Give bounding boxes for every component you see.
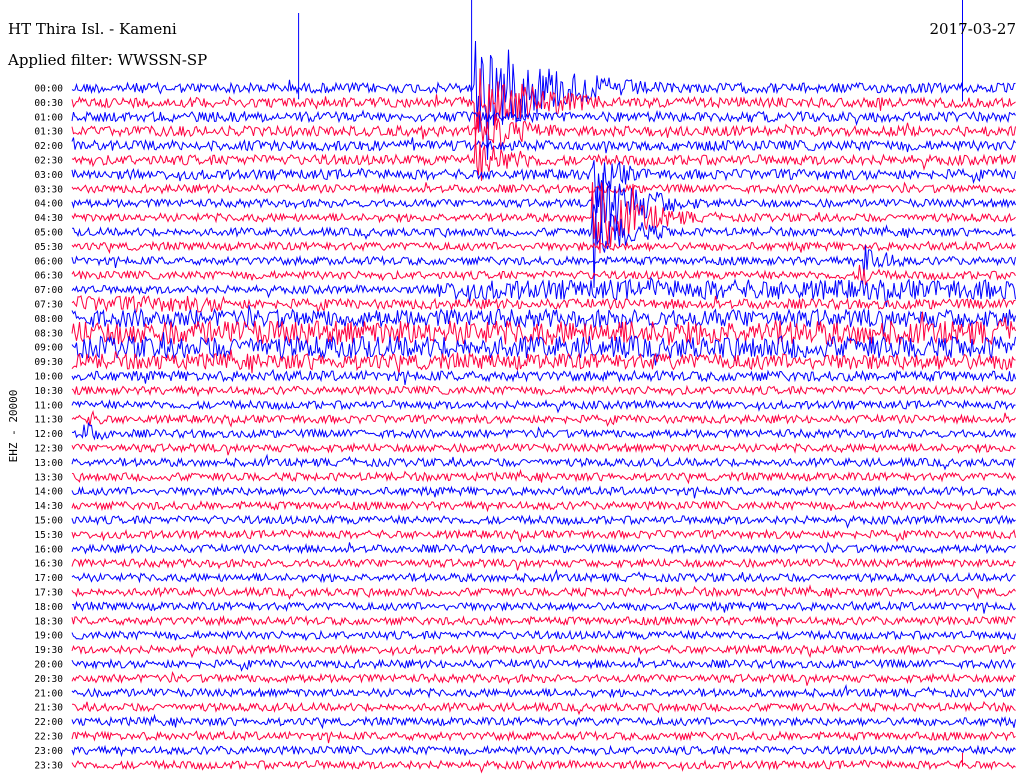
row-time-label: 06:30 <box>34 271 63 282</box>
row-time-label: 22:00 <box>34 717 63 728</box>
trace-group <box>71 0 1016 774</box>
filter-subtitle: Applied filter: WWSSN-SP <box>8 51 208 69</box>
seismic-trace-line <box>71 245 1016 276</box>
row-time-label: 13:00 <box>34 458 63 469</box>
seismic-trace-line <box>71 759 1016 774</box>
row-time-label: 14:30 <box>34 501 63 512</box>
seismic-trace-line <box>71 557 1016 571</box>
row-time-label: 12:30 <box>34 444 63 455</box>
row-time-label: 19:00 <box>34 631 63 642</box>
row-time-label: 08:30 <box>34 328 63 339</box>
seismic-trace-line <box>71 684 1016 699</box>
row-time-label: 11:30 <box>34 415 63 426</box>
seismic-trace-line <box>71 541 1016 555</box>
seismic-trace-line <box>71 399 1016 414</box>
row-time-label: 04:30 <box>34 213 63 224</box>
row-time-label: 00:00 <box>34 84 63 95</box>
row-time-label: 14:00 <box>34 487 63 498</box>
seismic-trace-line <box>71 614 1016 628</box>
seismic-trace-line <box>71 730 1016 744</box>
row-time-label: 03:30 <box>34 184 63 195</box>
row-time-label: 06:00 <box>34 256 63 267</box>
row-time-label: 05:00 <box>34 228 63 239</box>
station-title: HT Thira Isl. - Kameni <box>8 20 177 38</box>
seismic-trace-line <box>71 181 1016 195</box>
row-time-label: 23:30 <box>34 760 63 771</box>
seismic-trace-line <box>71 384 1016 398</box>
row-time-label: 15:00 <box>34 516 63 527</box>
row-time-label: 00:30 <box>34 98 63 109</box>
seismic-trace-line <box>71 109 1016 126</box>
seismic-trace-line <box>71 240 1016 255</box>
row-time-label: 09:00 <box>34 343 63 354</box>
row-time-label: 21:30 <box>34 703 63 714</box>
row-time-label: 21:00 <box>34 688 63 699</box>
seismic-trace-line <box>71 442 1016 456</box>
row-time-label: 08:00 <box>34 314 63 325</box>
seismic-trace-line <box>71 568 1016 584</box>
row-time-label: 11:00 <box>34 400 63 411</box>
seismic-trace-line <box>71 137 1016 154</box>
seismic-trace-line <box>71 264 1016 286</box>
date-label: 2017-03-27 <box>929 20 1016 38</box>
row-time-label: 20:30 <box>34 674 63 685</box>
seismic-trace-line <box>71 499 1016 513</box>
seismic-trace-line <box>71 657 1016 672</box>
row-time-label: 22:30 <box>34 732 63 743</box>
row-time-label: 10:00 <box>34 372 63 383</box>
seismic-trace-line <box>71 584 1016 601</box>
seismic-trace-line <box>71 671 1016 686</box>
seismic-trace-line <box>71 713 1016 730</box>
row-time-label: 02:00 <box>34 141 63 152</box>
seismic-trace-line <box>71 421 1016 441</box>
row-time-label: 16:30 <box>34 559 63 570</box>
row-time-label: 02:30 <box>34 156 63 167</box>
seismic-trace-line <box>71 182 1016 254</box>
row-time-label: 05:30 <box>34 242 63 253</box>
row-time-label: 01:00 <box>34 112 63 123</box>
row-time-label: 20:00 <box>34 660 63 671</box>
seismic-trace-line <box>71 368 1016 385</box>
row-time-label: 18:30 <box>34 616 63 627</box>
row-time-label: 15:30 <box>34 530 63 541</box>
row-time-label: 13:30 <box>34 472 63 483</box>
seismic-trace-line <box>71 643 1016 659</box>
seismic-trace-line <box>71 744 1016 758</box>
y-axis-label: EHZ - 20000 <box>7 390 20 463</box>
row-time-label: 07:00 <box>34 285 63 296</box>
row-label-group: 00:00 00:30 01:00 01:30 02:00 02:30 03:00 03:30… <box>34 84 63 772</box>
seismic-trace-line <box>71 629 1016 642</box>
row-time-label: 17:30 <box>34 588 63 599</box>
row-time-label: 12:00 <box>34 429 63 440</box>
row-time-label: 03:00 <box>34 170 63 181</box>
helicorder-chart: 00:00 00:30 01:00 01:30 02:00 02:30 03:00 03:30… <box>7 0 1016 774</box>
seismic-trace-line <box>71 528 1016 543</box>
row-time-label: 10:30 <box>34 386 63 397</box>
seismic-trace-line <box>71 485 1016 499</box>
seismic-trace-line <box>71 294 1016 314</box>
row-time-label: 18:00 <box>34 602 63 613</box>
row-time-label: 17:00 <box>34 573 63 584</box>
row-time-label: 09:30 <box>34 357 63 368</box>
row-time-label: 19:30 <box>34 645 63 656</box>
row-time-label: 01:30 <box>34 127 63 138</box>
seismic-trace-line <box>71 453 1016 471</box>
seismic-trace-line <box>71 600 1016 614</box>
row-time-label: 16:00 <box>34 544 63 555</box>
row-time-label: 07:30 <box>34 300 63 311</box>
seismic-trace-line <box>71 409 1016 428</box>
seismic-trace-line <box>71 68 1016 139</box>
seismic-trace-line <box>71 514 1016 529</box>
row-time-label: 23:00 <box>34 746 63 757</box>
row-time-label: 04:00 <box>34 199 63 210</box>
seismic-trace-line <box>71 468 1016 485</box>
seismic-trace-line <box>71 700 1016 716</box>
